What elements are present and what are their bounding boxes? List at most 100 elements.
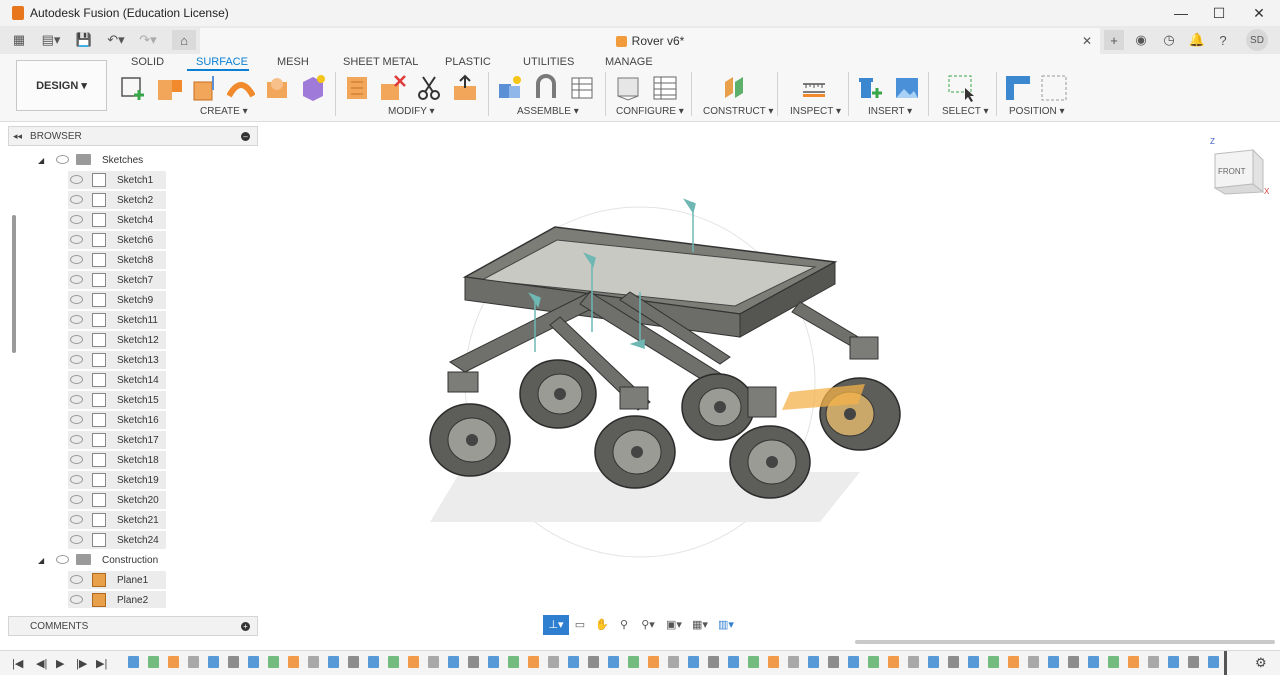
timeline-feature-icon[interactable] [788,656,799,668]
workspace-switcher[interactable]: DESIGN ▾ [16,60,107,111]
select-window-icon[interactable] [947,74,975,102]
tab-solid[interactable]: SOLID [131,56,164,68]
fit-zoom-icon[interactable]: ⚲▾ [635,615,661,635]
go-to-start-icon[interactable]: |◀ [12,657,23,670]
visibility-eye-icon[interactable] [70,415,83,424]
timeline-feature-icon[interactable] [148,656,159,668]
timeline-feature-icon[interactable] [188,656,199,668]
data-panel-grid-icon[interactable]: ▦ [10,30,28,50]
timeline-feature-icon[interactable] [808,656,819,668]
visibility-eye-icon[interactable] [70,435,83,444]
visibility-eye-icon[interactable] [70,515,83,524]
configure-design-icon[interactable] [615,74,643,102]
timeline-feature-icon[interactable] [748,656,759,668]
sketch-item[interactable]: Sketch11 [8,310,258,330]
wheel[interactable] [729,425,811,499]
timeline-feature-icon[interactable] [268,656,279,668]
timeline-feature-icon[interactable] [568,656,579,668]
sketch-item[interactable]: Sketch16 [8,410,258,430]
folder-construction[interactable]: ◢ Construction [8,550,258,570]
measure-icon[interactable] [800,74,828,102]
new-component-icon[interactable] [496,74,524,102]
timeline-feature-icon[interactable] [228,656,239,668]
step-forward-icon[interactable]: |▶ [76,657,87,670]
timeline-feature-icon[interactable] [828,656,839,668]
timeline-feature-icon[interactable] [328,656,339,668]
visibility-eye-icon[interactable] [70,375,83,384]
timeline-feature-icon[interactable] [168,656,179,668]
sketch-item[interactable]: Sketch13 [8,350,258,370]
timeline-feature-icon[interactable] [1188,656,1199,668]
plane-item[interactable]: Plane2 [8,590,258,608]
home-icon[interactable]: ⌂ [172,30,196,50]
visibility-eye-icon[interactable] [70,195,83,204]
timeline-feature-icon[interactable] [1028,656,1039,668]
viewports-icon[interactable]: ▥▾ [713,615,739,635]
timeline-feature-icon[interactable] [208,656,219,668]
timeline-feature-icon[interactable] [708,656,719,668]
timeline-feature-icon[interactable] [1208,656,1219,668]
timeline-feature-icon[interactable] [848,656,859,668]
timeline-feature-icon[interactable] [868,656,879,668]
timeline-feature-icon[interactable] [768,656,779,668]
timeline-feature-icon[interactable] [968,656,979,668]
sketch-item[interactable]: Sketch4 [8,210,258,230]
viewcube-front-label[interactable]: FRONT [1218,167,1246,176]
timeline-feature-icon[interactable] [608,656,619,668]
tab-surface[interactable]: SURFACE [196,56,248,68]
visibility-eye-icon[interactable] [70,355,83,364]
timeline-feature-icon[interactable] [368,656,379,668]
undo-icon[interactable]: ↶▾ [104,30,128,50]
collapse-browser-icon[interactable]: ◂◂ [13,131,22,142]
timeline-feature-icon[interactable] [888,656,899,668]
insert-canvas-icon[interactable] [893,74,921,102]
timeline-feature-icon[interactable] [628,656,639,668]
folder-sketches[interactable]: ◢ Sketches [8,150,258,170]
timeline-feature-icon[interactable] [1008,656,1019,668]
play-icon[interactable]: ▶ [56,657,64,670]
sketch-item[interactable]: Sketch2 [8,190,258,210]
timeline-feature-icon[interactable] [948,656,959,668]
user-avatar[interactable]: SD [1246,29,1268,51]
save-icon[interactable]: 💾 [74,30,94,50]
revolve-surface-icon[interactable] [191,74,219,102]
tab-mesh[interactable]: MESH [277,56,309,68]
trim-scissors-icon[interactable] [415,74,443,102]
insert-mcmaster-icon[interactable] [857,74,885,102]
inspect-group-label[interactable]: INSPECT ▾ [790,106,841,117]
visibility-eye-icon[interactable] [70,495,83,504]
visibility-eye-icon[interactable] [70,295,83,304]
visibility-eye-icon[interactable] [70,535,83,544]
close-window-button[interactable]: ✕ [1240,0,1278,26]
timeline-feature-icon[interactable] [908,656,919,668]
help-icon[interactable]: ? [1214,30,1232,50]
sketch-item[interactable]: Sketch7 [8,270,258,290]
add-comment-icon[interactable]: + [241,621,250,631]
visibility-eye-icon[interactable] [70,255,83,264]
sketch-item[interactable]: Sketch18 [8,450,258,470]
timeline-feature-icon[interactable] [688,656,699,668]
visibility-eye-icon[interactable] [70,395,83,404]
bill-of-materials-icon[interactable] [568,74,596,102]
offset-plane-icon[interactable] [721,74,749,102]
sketch-item[interactable]: Sketch6 [8,230,258,250]
timeline-feature-icon[interactable] [728,656,739,668]
sweep-surface-icon[interactable] [227,74,255,102]
timeline-feature-icon[interactable] [588,656,599,668]
browser-header[interactable]: ◂◂ BROWSER – [8,126,258,146]
visibility-eye-icon[interactable] [70,335,83,344]
sketch-item[interactable]: Sketch24 [8,530,258,550]
close-tab-icon[interactable]: ✕ [1082,34,1092,48]
sketch-item[interactable]: Sketch12 [8,330,258,350]
visibility-eye-icon[interactable] [70,275,83,284]
timeline-feature-icon[interactable] [1048,656,1059,668]
timeline-feature-icon[interactable] [448,656,459,668]
comments-panel[interactable]: COMMENTS + [8,616,258,636]
timeline-feature-icon[interactable] [1088,656,1099,668]
notifications-icon[interactable]: 🔔 [1188,30,1206,50]
timeline-feature-icon[interactable] [1148,656,1159,668]
press-pull-icon[interactable] [343,74,371,102]
timeline-feature-icon[interactable] [528,656,539,668]
timeline-feature-icon[interactable] [488,656,499,668]
visibility-eye-icon[interactable] [70,235,83,244]
